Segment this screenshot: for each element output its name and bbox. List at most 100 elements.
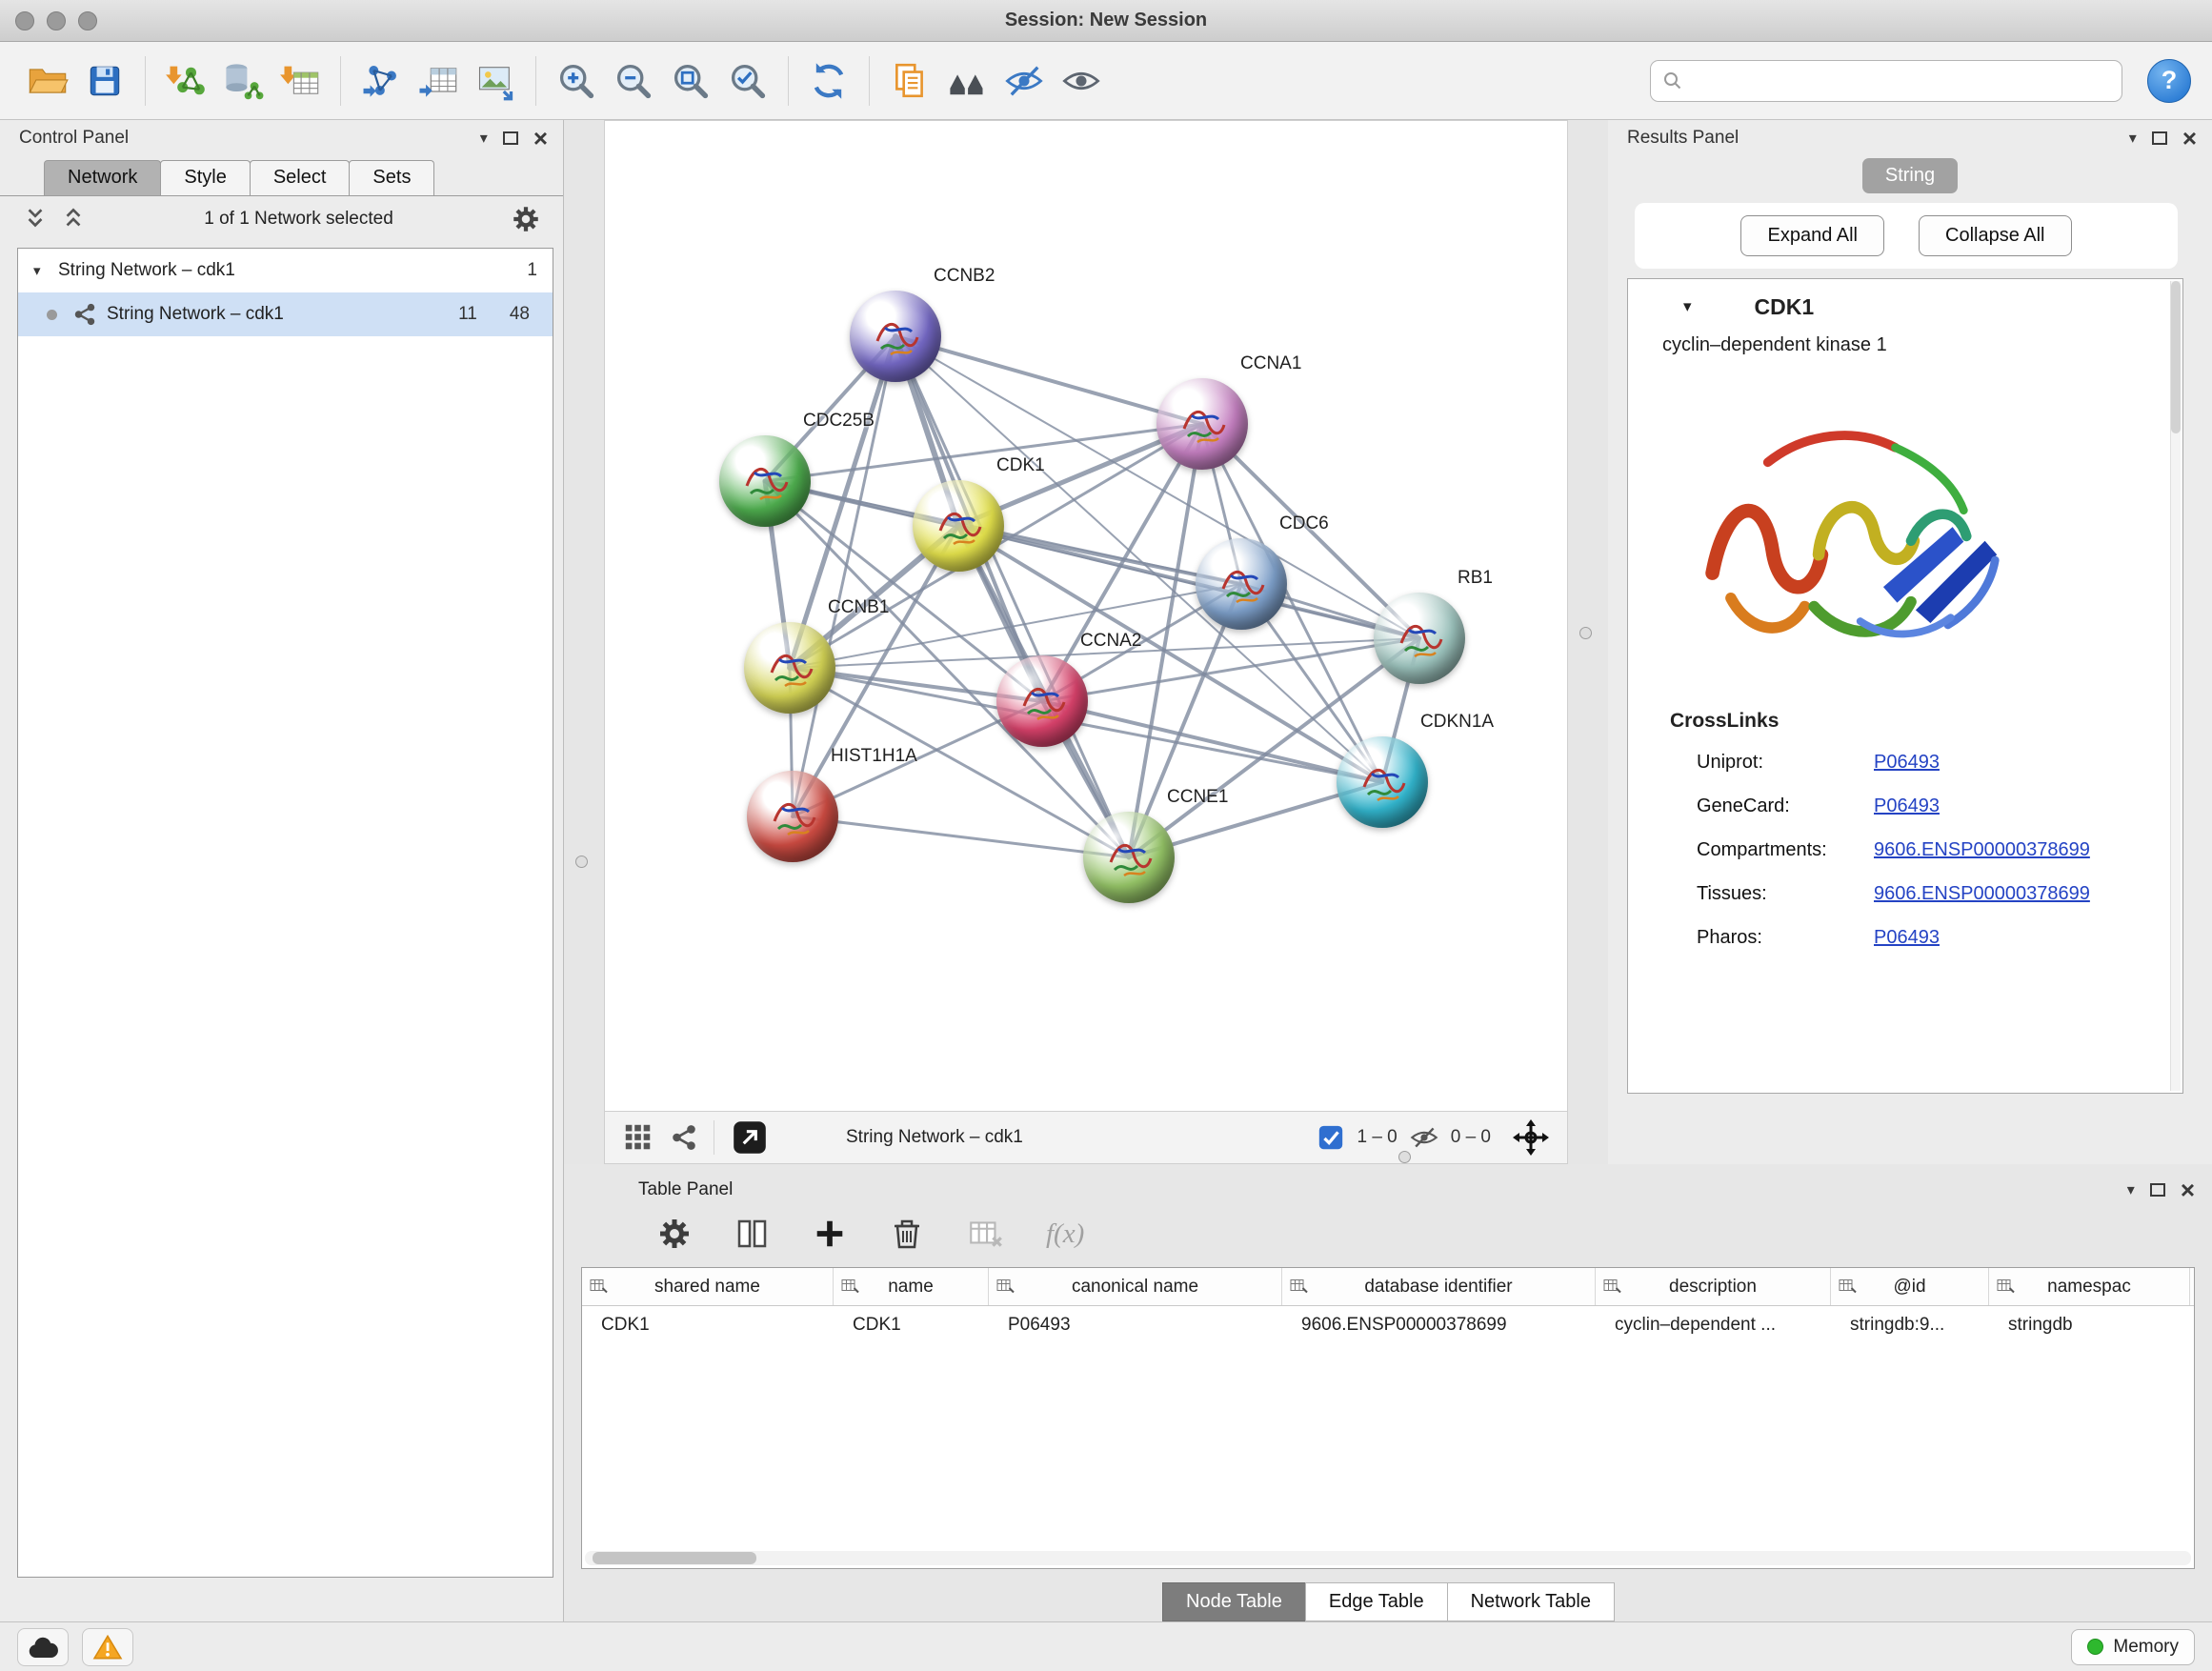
- tab-string[interactable]: String: [1862, 158, 1958, 193]
- add-column-plus-icon[interactable]: [812, 1216, 848, 1252]
- collapse-all-button[interactable]: Collapse All: [1919, 215, 2072, 256]
- collapse-protein-caret-icon[interactable]: ▾: [1683, 297, 1692, 316]
- panel-menu-caret-icon[interactable]: ▾: [2127, 1180, 2135, 1199]
- vertical-splitter-handle[interactable]: [575, 856, 588, 868]
- search-input[interactable]: [1691, 70, 2110, 91]
- hidden-eye-slash-icon[interactable]: [1409, 1122, 1439, 1153]
- memory-button[interactable]: Memory: [2071, 1629, 2195, 1665]
- pan-crosshair-icon[interactable]: [1512, 1118, 1550, 1157]
- network-node-cdkn1a[interactable]: [1337, 736, 1428, 828]
- network-edge-ccnb2-ccne1[interactable]: [895, 336, 1129, 857]
- table-horizontal-scrollbar[interactable]: [585, 1551, 2191, 1565]
- crosslink-link-pharos[interactable]: P06493: [1874, 927, 1940, 949]
- network-node-ccna1[interactable]: [1156, 378, 1248, 470]
- import-network-database-button[interactable]: [216, 54, 270, 108]
- help-button[interactable]: ?: [2147, 59, 2191, 103]
- zoom-fit-button[interactable]: [664, 54, 717, 108]
- network-row-selected[interactable]: String Network – cdk1 11 48: [18, 292, 553, 336]
- network-edge-cdk1-rb1[interactable]: [958, 526, 1419, 638]
- close-panel-icon[interactable]: ×: [2181, 1178, 2195, 1202]
- network-node-ccna2[interactable]: [996, 655, 1088, 747]
- network-node-cdk1[interactable]: [913, 480, 1004, 572]
- collapse-all-networks-icon[interactable]: [59, 205, 88, 233]
- expand-all-networks-icon[interactable]: [21, 205, 50, 233]
- warnings-button[interactable]: [82, 1628, 133, 1666]
- crosslink-link-tissues[interactable]: 9606.ENSP00000378699: [1874, 883, 2090, 905]
- network-collection-row[interactable]: ▾ String Network – cdk1 1: [18, 249, 553, 292]
- copy-document-button[interactable]: [883, 54, 936, 108]
- zoom-selected-button[interactable]: [721, 54, 774, 108]
- network-canvas[interactable]: CCNB2CCNA1CDC25BCDK1CDC6RB1CCNB1CCNA2CDK…: [604, 120, 1568, 1111]
- zoom-in-button[interactable]: [550, 54, 603, 108]
- network-node-rb1[interactable]: [1374, 593, 1465, 684]
- share-network-icon[interactable]: [670, 1123, 698, 1152]
- network-node-ccnb2[interactable]: [850, 291, 941, 382]
- panel-menu-caret-icon[interactable]: ▾: [2129, 129, 2137, 148]
- tab-network[interactable]: Network: [44, 160, 161, 195]
- vertical-splitter-handle[interactable]: [1579, 627, 1592, 639]
- tab-sets[interactable]: Sets: [349, 160, 434, 195]
- cloud-status-button[interactable]: [17, 1628, 69, 1666]
- tab-style[interactable]: Style: [160, 160, 250, 195]
- close-panel-icon[interactable]: ×: [533, 126, 548, 151]
- collection-caret-icon[interactable]: ▾: [33, 262, 58, 279]
- network-node-hist1h1a[interactable]: [747, 771, 838, 862]
- search-box[interactable]: [1650, 60, 2122, 102]
- open-session-button[interactable]: [21, 54, 74, 108]
- network-options-gear-icon[interactable]: [510, 203, 542, 235]
- panel-menu-caret-icon[interactable]: ▾: [480, 129, 488, 148]
- float-panel-icon[interactable]: [2152, 131, 2167, 145]
- expand-all-button[interactable]: Expand All: [1740, 215, 1884, 256]
- import-table-file-button[interactable]: [273, 54, 327, 108]
- network-edge-ccna2-cdkn1a[interactable]: [1042, 701, 1382, 782]
- tab-select[interactable]: Select: [250, 160, 351, 195]
- column-header-namespac[interactable]: namespac: [1989, 1268, 2190, 1305]
- network-overview-grid-icon[interactable]: [622, 1121, 654, 1154]
- export-table-button[interactable]: [412, 54, 465, 108]
- close-panel-icon[interactable]: ×: [2182, 126, 2197, 151]
- network-node-cdc25b[interactable]: [719, 435, 811, 527]
- network-node-ccne1[interactable]: [1083, 812, 1175, 903]
- crosslink-link-uniprot[interactable]: P06493: [1874, 752, 1940, 774]
- export-network-button[interactable]: [354, 54, 408, 108]
- open-in-browser-button[interactable]: [730, 1117, 770, 1158]
- tab-node-table[interactable]: Node Table: [1162, 1582, 1306, 1621]
- column-header-id[interactable]: @id: [1831, 1268, 1989, 1305]
- network-edge-hist1h1a-ccne1[interactable]: [793, 816, 1129, 857]
- results-scrollbar[interactable]: [2170, 281, 2181, 1091]
- export-image-button[interactable]: [469, 54, 522, 108]
- apply-layout-button[interactable]: [802, 54, 855, 108]
- column-header-shared-name[interactable]: shared name: [582, 1268, 834, 1305]
- network-node-cdc6[interactable]: [1196, 538, 1287, 630]
- horizontal-splitter-handle[interactable]: [1398, 1151, 1411, 1163]
- minimize-window-button[interactable]: [47, 11, 66, 30]
- network-edge-ccnb2-ccna1[interactable]: [895, 336, 1202, 424]
- crosslink-link-genecard[interactable]: P06493: [1874, 795, 1940, 817]
- float-panel-icon[interactable]: [2150, 1183, 2165, 1197]
- table-settings-gear-icon[interactable]: [655, 1215, 694, 1253]
- column-header-description[interactable]: description: [1596, 1268, 1831, 1305]
- results-scrollbar-thumb[interactable]: [2171, 281, 2181, 433]
- column-header-database-identifier[interactable]: database identifier: [1282, 1268, 1596, 1305]
- save-session-button[interactable]: [78, 54, 131, 108]
- crosslink-link-compartments[interactable]: 9606.ENSP00000378699: [1874, 839, 2090, 861]
- network-edge-ccnb2-hist1h1a[interactable]: [793, 336, 895, 816]
- selected-checkbox-icon[interactable]: [1317, 1123, 1345, 1152]
- import-network-file-button[interactable]: [159, 54, 212, 108]
- float-panel-icon[interactable]: [503, 131, 518, 145]
- table-scrollbar-thumb[interactable]: [593, 1552, 756, 1564]
- maximize-window-button[interactable]: [78, 11, 97, 30]
- birdseye-view-button[interactable]: [940, 54, 994, 108]
- network-node-ccnb1[interactable]: [744, 622, 835, 714]
- tab-network-table[interactable]: Network Table: [1447, 1582, 1615, 1621]
- toggle-columns-icon[interactable]: [734, 1215, 772, 1253]
- hide-graphics-details-button[interactable]: [997, 54, 1051, 108]
- tab-edge-table[interactable]: Edge Table: [1305, 1582, 1448, 1621]
- table-row[interactable]: CDK1CDK1P064939606.ENSP00000378699cyclin…: [582, 1306, 2194, 1344]
- function-builder-button[interactable]: f(x): [1046, 1218, 1084, 1250]
- column-header-name[interactable]: name: [834, 1268, 989, 1305]
- column-header-canonical-name[interactable]: canonical name: [989, 1268, 1282, 1305]
- close-window-button[interactable]: [15, 11, 34, 30]
- zoom-out-button[interactable]: [607, 54, 660, 108]
- show-graphics-details-button[interactable]: [1055, 54, 1108, 108]
